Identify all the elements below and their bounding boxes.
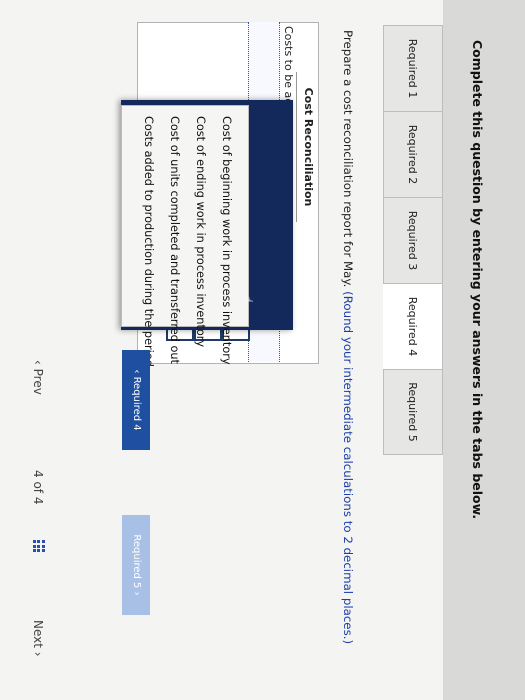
- tab-required-2[interactable]: Required 2: [383, 111, 443, 197]
- dropdown-option[interactable]: Cost of beginning work in process invent…: [220, 116, 233, 365]
- prev-label: Prev: [31, 368, 45, 395]
- prompt-note: (Round your intermediate calculations to…: [341, 291, 355, 645]
- instruction-text: Complete this question by entering your …: [470, 40, 485, 520]
- next-required-label: Required 5: [131, 534, 142, 589]
- required-tabs: Required 1 Required 2 Required 3 Require…: [381, 25, 443, 455]
- prev-required-label: Required 4: [131, 376, 142, 431]
- tab-required-5[interactable]: Required 5: [383, 369, 443, 455]
- tab-required-3[interactable]: Required 3: [383, 197, 443, 283]
- report-title: Cost Reconciliation: [296, 72, 319, 222]
- chevron-right-icon: ›: [31, 647, 45, 657]
- tab-required-1[interactable]: Required 1: [383, 25, 443, 111]
- question-prompt: Prepare a cost reconciliation report for…: [341, 30, 355, 644]
- chevron-right-icon: ›: [131, 588, 142, 596]
- hand-cursor-icon: ☝: [241, 296, 255, 304]
- next-page-link[interactable]: Next ›: [31, 620, 45, 657]
- question-panel: Complete this question by entering your …: [0, 0, 525, 700]
- grid-icon[interactable]: [33, 540, 45, 552]
- dropdown-option[interactable]: Cost of ending work in process inventory: [194, 116, 207, 347]
- instruction-bar: Complete this question by entering your …: [443, 0, 525, 700]
- dropdown-option[interactable]: Costs added to production during the per…: [142, 116, 155, 367]
- chevron-left-icon: ‹: [31, 360, 45, 369]
- prev-required-button[interactable]: ‹ Required 4: [122, 350, 150, 450]
- next-label: Next: [31, 620, 45, 648]
- tab-required-4[interactable]: Required 4: [383, 283, 443, 369]
- page-position: 4 of 4: [31, 470, 45, 505]
- prompt-lead: Prepare a cost reconciliation report for…: [341, 30, 355, 288]
- prev-page-link[interactable]: ‹ Prev: [31, 360, 45, 395]
- next-required-button[interactable]: Required 5 ›: [122, 515, 150, 615]
- dropdown-option[interactable]: Cost of units completed and transferred …: [168, 116, 181, 364]
- chevron-left-icon: ‹: [131, 369, 142, 377]
